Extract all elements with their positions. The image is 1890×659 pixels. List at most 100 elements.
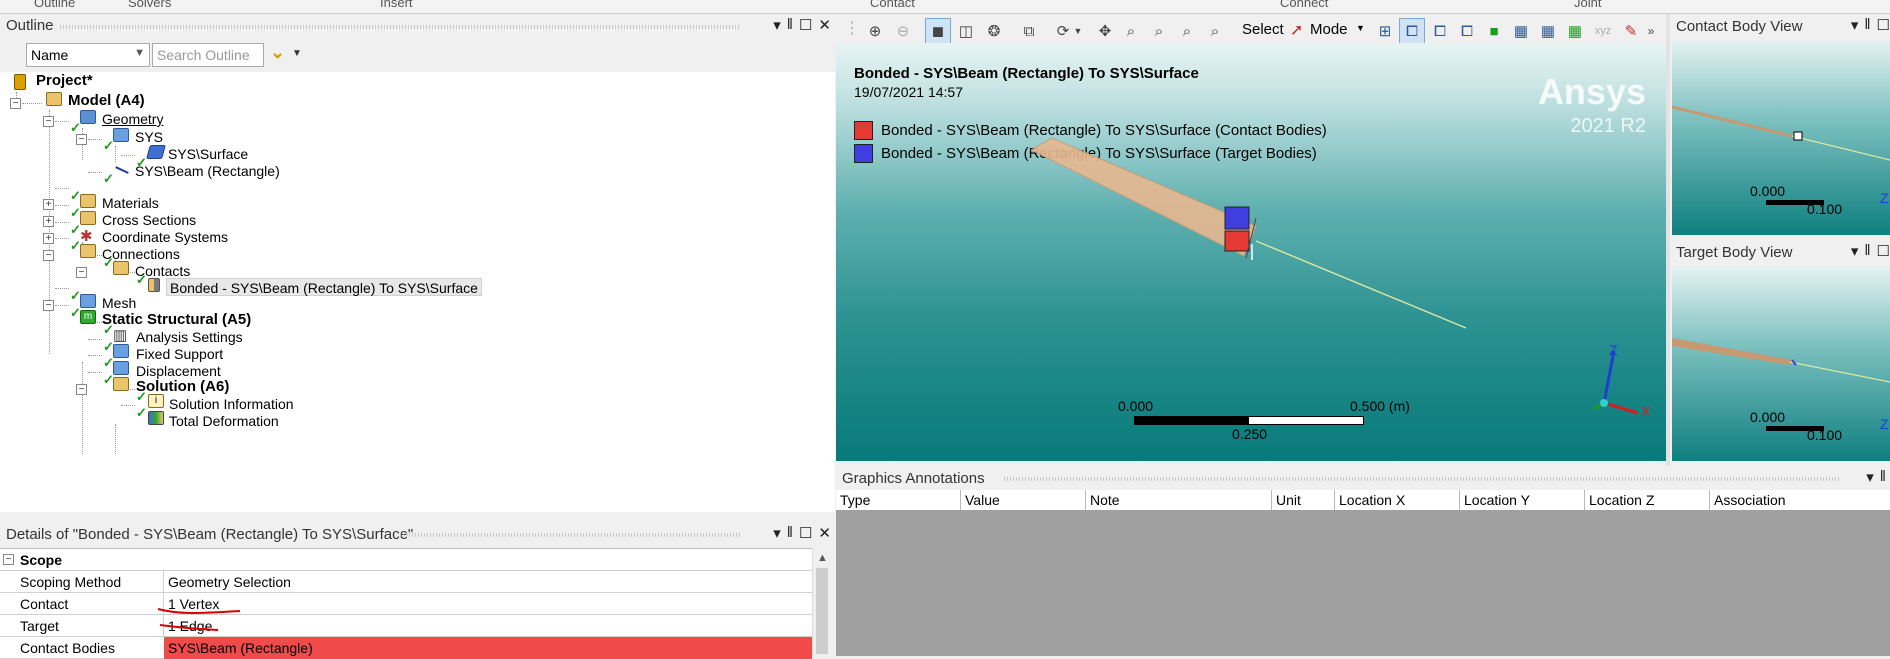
ribbon-tab-outline[interactable]: Outline (34, 0, 75, 10)
tree-node-solution-information[interactable]: Solution Information (169, 395, 294, 413)
tree-node-model[interactable]: Model (A4) (68, 92, 145, 110)
zoom-icon[interactable]: ⌕ (1118, 18, 1144, 44)
pin-icon[interactable]: ‖ (1864, 16, 1870, 34)
zoom-out-icon[interactable]: ⊖ (890, 18, 916, 44)
tree-node-geometry[interactable]: Geometry (102, 110, 163, 128)
dropdown-icon[interactable]: ▾ (773, 524, 781, 542)
ribbon-tab-connect[interactable]: Connect (1280, 0, 1328, 10)
ribbon-tab-insert[interactable]: Insert (380, 0, 413, 10)
ribbon-tab-contact[interactable]: Contact (870, 0, 915, 10)
cursor-icon[interactable]: ➚ (1290, 20, 1303, 40)
details-row-contact[interactable]: Contact 1 Vertex (0, 593, 812, 615)
box-zoom-icon[interactable]: ⌕ (1146, 18, 1172, 44)
toolbar-overflow-icon[interactable]: » (1644, 18, 1658, 44)
mode-dropdown-icon[interactable]: ▼ (1356, 23, 1365, 33)
tree-node-fixed-support[interactable]: Fixed Support (136, 345, 223, 363)
dropdown-icon[interactable]: ▾ (773, 16, 781, 34)
ribbon-tab-joint[interactable]: Joint (1574, 0, 1601, 10)
filter-select[interactable]: Name ▼ (26, 43, 150, 67)
pin-icon[interactable]: ‖ (1864, 242, 1870, 260)
collapse-sys[interactable]: − (76, 134, 87, 145)
contact-body-viewport[interactable]: 0.000 0.100 Z (1672, 40, 1890, 235)
zoom-fit-icon[interactable]: ⌕ (1174, 18, 1200, 44)
collapse-scope[interactable]: − (3, 554, 14, 565)
tree-node-static-structural[interactable]: Static Structural (A5) (102, 311, 251, 329)
details-scrollbar[interactable]: ▲ (812, 548, 832, 656)
annotation-icon[interactable]: ✎ (1618, 18, 1644, 44)
close-icon[interactable]: ✕ (818, 524, 831, 542)
tree-node-sys-beam[interactable]: SYS\Beam (Rectangle) (135, 162, 280, 180)
collapse-solution[interactable]: − (76, 384, 87, 395)
col-type[interactable]: Type (836, 490, 961, 510)
splitter[interactable] (1666, 14, 1670, 466)
close-icon[interactable]: ✕ (818, 16, 831, 34)
search-options-icon[interactable]: ▼ (292, 48, 302, 59)
select-face-icon[interactable]: ⧠ (1454, 18, 1480, 44)
tree-node-materials[interactable]: Materials (102, 194, 159, 212)
explode-view-icon[interactable]: ⧉ (1016, 18, 1042, 44)
pan-icon[interactable]: ✥ (1092, 18, 1118, 44)
search-chevron-icon[interactable]: ⌄ (270, 42, 285, 63)
maximize-icon[interactable]: ☐ (799, 524, 812, 542)
graphics-viewport[interactable]: Bonded - SYS\Beam (Rectangle) To SYS\Sur… (836, 43, 1666, 461)
details-group-scope[interactable]: − Scope (0, 549, 812, 571)
dropdown-icon[interactable]: ▾ (1851, 242, 1859, 260)
tree-node-total-deformation[interactable]: Total Deformation (169, 412, 279, 430)
col-unit[interactable]: Unit (1272, 490, 1335, 510)
pin-icon[interactable]: ‖ (1880, 468, 1886, 486)
tree-node-solution[interactable]: Solution (A6) (136, 378, 229, 396)
tree-node-cross-sections[interactable]: Cross Sections (102, 211, 196, 229)
dropdown-icon[interactable]: ▾ (1851, 16, 1859, 34)
maximize-icon[interactable]: ☐ (799, 16, 812, 34)
target-body-viewport[interactable]: 0.000 0.100 Z (1672, 266, 1890, 461)
rotate-dropdown-icon[interactable]: ▼ (1072, 18, 1084, 44)
tree-node-sys[interactable]: SYS (135, 128, 163, 146)
select-label[interactable]: Select (1242, 21, 1284, 38)
tree-node-project[interactable]: Project* (36, 72, 93, 90)
select-element-face-icon[interactable]: ▦ (1535, 18, 1561, 44)
coordinate-icon[interactable]: xyz (1590, 18, 1616, 44)
solid-view-icon[interactable]: ◼ (925, 18, 951, 44)
tree-node-sys-surface[interactable]: SYS\Surface (168, 145, 248, 163)
col-value[interactable]: Value (961, 490, 1086, 510)
col-location-y[interactable]: Location Y (1460, 490, 1585, 510)
scroll-thumb[interactable] (816, 568, 828, 654)
scroll-up-icon[interactable]: ▲ (817, 552, 828, 564)
magnifier-icon[interactable]: ⌕ (1202, 18, 1228, 44)
search-input[interactable]: Search Outline (152, 43, 264, 67)
select-points-icon[interactable]: ⊞ (1372, 18, 1398, 44)
collapse-contacts[interactable]: − (76, 267, 87, 278)
collapse-model[interactable]: − (10, 98, 21, 109)
pin-icon[interactable]: ‖ (787, 524, 793, 542)
collapse-geometry[interactable]: − (43, 116, 54, 127)
mode-button[interactable]: Mode (1310, 21, 1348, 38)
expand-cross-sections[interactable]: + (43, 216, 54, 227)
col-association[interactable]: Association (1710, 490, 1890, 510)
details-value[interactable]: Geometry Selection (168, 574, 291, 590)
tree-node-bonded-contact[interactable]: Bonded - SYS\Beam (Rectangle) To SYS\Sur… (166, 278, 482, 296)
tree-node-analysis-settings[interactable]: Analysis Settings (136, 328, 243, 346)
collapse-static-structural[interactable]: − (43, 300, 54, 311)
tree-node-coordinate-systems[interactable]: Coordinate Systems (102, 228, 228, 246)
select-node-icon[interactable]: ▦ (1508, 18, 1534, 44)
expand-coordinate-systems[interactable]: + (43, 233, 54, 244)
select-body-icon[interactable]: ■ (1481, 18, 1507, 44)
details-row-target[interactable]: Target 1 Edge (0, 615, 812, 637)
col-location-z[interactable]: Location Z (1585, 490, 1710, 510)
col-note[interactable]: Note (1086, 490, 1272, 510)
select-edge-icon[interactable]: ⧠ (1427, 18, 1453, 44)
expand-materials[interactable]: + (43, 199, 54, 210)
collapse-connections[interactable]: − (43, 250, 54, 261)
pin-icon[interactable]: ‖ (787, 16, 793, 34)
details-row-scoping-method[interactable]: Scoping Method Geometry Selection (0, 571, 812, 593)
dropdown-icon[interactable]: ▾ (1866, 468, 1874, 486)
ribbon-tab-solvers[interactable]: Solvers (128, 0, 171, 10)
tree-node-mesh[interactable]: Mesh (102, 294, 136, 312)
maximize-icon[interactable]: ☐ (1877, 242, 1890, 260)
maximize-icon[interactable]: ☐ (1877, 16, 1890, 34)
col-location-x[interactable]: Location X (1335, 490, 1460, 510)
wireframe-view-icon[interactable]: ◫ (953, 18, 979, 44)
render-mode-icon[interactable]: ❂ (981, 18, 1007, 44)
tree-node-connections[interactable]: Connections (102, 245, 180, 263)
select-element-icon[interactable]: ▦ (1562, 18, 1588, 44)
